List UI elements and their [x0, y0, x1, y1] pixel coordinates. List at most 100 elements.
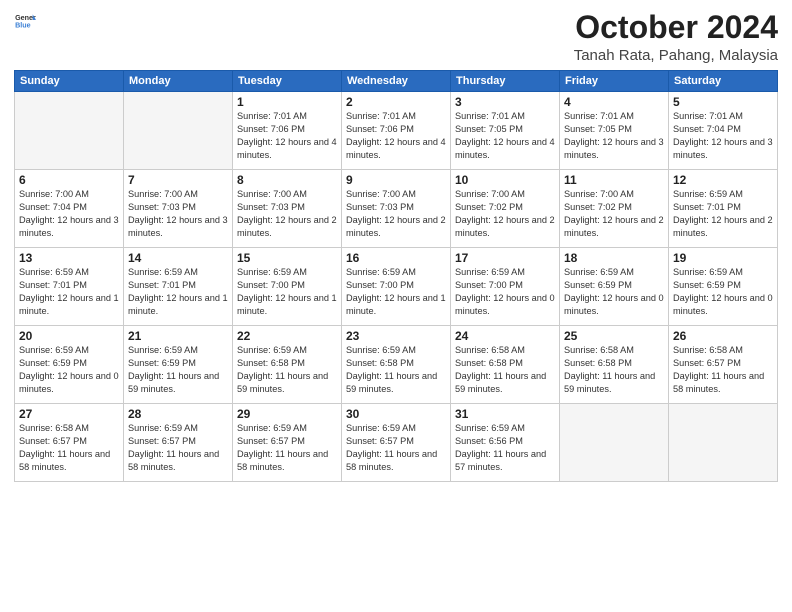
day-number: 24	[455, 329, 555, 343]
day-number: 1	[237, 95, 337, 109]
day-info: Sunrise: 6:59 AM Sunset: 6:59 PM Dayligh…	[673, 266, 773, 318]
week-row-1: 1Sunrise: 7:01 AM Sunset: 7:06 PM Daylig…	[15, 92, 778, 170]
day-info: Sunrise: 6:59 AM Sunset: 6:57 PM Dayligh…	[128, 422, 228, 474]
header: General Blue October 2024 Tanah Rata, Pa…	[14, 10, 778, 64]
week-row-3: 13Sunrise: 6:59 AM Sunset: 7:01 PM Dayli…	[15, 248, 778, 326]
col-sunday: Sunday	[15, 71, 124, 92]
calendar-header-row: Sunday Monday Tuesday Wednesday Thursday…	[15, 71, 778, 92]
day-number: 26	[673, 329, 773, 343]
day-number: 12	[673, 173, 773, 187]
day-info: Sunrise: 7:01 AM Sunset: 7:05 PM Dayligh…	[564, 110, 664, 162]
day-info: Sunrise: 6:59 AM Sunset: 6:56 PM Dayligh…	[455, 422, 555, 474]
day-number: 19	[673, 251, 773, 265]
calendar-cell: 4Sunrise: 7:01 AM Sunset: 7:05 PM Daylig…	[560, 92, 669, 170]
calendar-cell: 15Sunrise: 6:59 AM Sunset: 7:00 PM Dayli…	[233, 248, 342, 326]
day-info: Sunrise: 7:01 AM Sunset: 7:06 PM Dayligh…	[237, 110, 337, 162]
calendar-cell: 12Sunrise: 6:59 AM Sunset: 7:01 PM Dayli…	[669, 170, 778, 248]
calendar-cell: 3Sunrise: 7:01 AM Sunset: 7:05 PM Daylig…	[451, 92, 560, 170]
day-number: 31	[455, 407, 555, 421]
day-number: 10	[455, 173, 555, 187]
col-thursday: Thursday	[451, 71, 560, 92]
calendar-cell: 30Sunrise: 6:59 AM Sunset: 6:57 PM Dayli…	[342, 404, 451, 482]
calendar-cell: 29Sunrise: 6:59 AM Sunset: 6:57 PM Dayli…	[233, 404, 342, 482]
day-number: 27	[19, 407, 119, 421]
week-row-2: 6Sunrise: 7:00 AM Sunset: 7:04 PM Daylig…	[15, 170, 778, 248]
calendar-cell	[15, 92, 124, 170]
day-number: 6	[19, 173, 119, 187]
day-info: Sunrise: 6:59 AM Sunset: 7:01 PM Dayligh…	[19, 266, 119, 318]
day-info: Sunrise: 7:01 AM Sunset: 7:06 PM Dayligh…	[346, 110, 446, 162]
day-info: Sunrise: 6:59 AM Sunset: 7:01 PM Dayligh…	[128, 266, 228, 318]
calendar-cell: 9Sunrise: 7:00 AM Sunset: 7:03 PM Daylig…	[342, 170, 451, 248]
col-friday: Friday	[560, 71, 669, 92]
day-number: 20	[19, 329, 119, 343]
day-info: Sunrise: 7:01 AM Sunset: 7:04 PM Dayligh…	[673, 110, 773, 162]
col-saturday: Saturday	[669, 71, 778, 92]
month-title: October 2024	[574, 10, 778, 45]
col-monday: Monday	[124, 71, 233, 92]
day-number: 14	[128, 251, 228, 265]
calendar-cell	[124, 92, 233, 170]
calendar-cell: 25Sunrise: 6:58 AM Sunset: 6:58 PM Dayli…	[560, 326, 669, 404]
day-info: Sunrise: 6:58 AM Sunset: 6:58 PM Dayligh…	[455, 344, 555, 396]
day-info: Sunrise: 6:59 AM Sunset: 6:58 PM Dayligh…	[346, 344, 446, 396]
day-info: Sunrise: 6:58 AM Sunset: 6:57 PM Dayligh…	[19, 422, 119, 474]
day-number: 22	[237, 329, 337, 343]
day-number: 21	[128, 329, 228, 343]
day-number: 5	[673, 95, 773, 109]
day-info: Sunrise: 6:59 AM Sunset: 6:57 PM Dayligh…	[346, 422, 446, 474]
day-info: Sunrise: 7:00 AM Sunset: 7:04 PM Dayligh…	[19, 188, 119, 240]
calendar-cell: 13Sunrise: 6:59 AM Sunset: 7:01 PM Dayli…	[15, 248, 124, 326]
calendar-cell: 14Sunrise: 6:59 AM Sunset: 7:01 PM Dayli…	[124, 248, 233, 326]
day-info: Sunrise: 6:59 AM Sunset: 6:59 PM Dayligh…	[19, 344, 119, 396]
day-info: Sunrise: 6:59 AM Sunset: 6:58 PM Dayligh…	[237, 344, 337, 396]
day-number: 17	[455, 251, 555, 265]
week-row-4: 20Sunrise: 6:59 AM Sunset: 6:59 PM Dayli…	[15, 326, 778, 404]
day-number: 7	[128, 173, 228, 187]
logo: General Blue	[14, 10, 36, 32]
day-number: 30	[346, 407, 446, 421]
day-info: Sunrise: 7:00 AM Sunset: 7:02 PM Dayligh…	[564, 188, 664, 240]
day-number: 8	[237, 173, 337, 187]
day-info: Sunrise: 7:01 AM Sunset: 7:05 PM Dayligh…	[455, 110, 555, 162]
calendar-cell: 22Sunrise: 6:59 AM Sunset: 6:58 PM Dayli…	[233, 326, 342, 404]
calendar-cell	[560, 404, 669, 482]
week-row-5: 27Sunrise: 6:58 AM Sunset: 6:57 PM Dayli…	[15, 404, 778, 482]
day-number: 4	[564, 95, 664, 109]
day-number: 2	[346, 95, 446, 109]
day-info: Sunrise: 7:00 AM Sunset: 7:02 PM Dayligh…	[455, 188, 555, 240]
calendar-cell: 17Sunrise: 6:59 AM Sunset: 7:00 PM Dayli…	[451, 248, 560, 326]
calendar-cell: 10Sunrise: 7:00 AM Sunset: 7:02 PM Dayli…	[451, 170, 560, 248]
day-number: 16	[346, 251, 446, 265]
calendar-cell: 23Sunrise: 6:59 AM Sunset: 6:58 PM Dayli…	[342, 326, 451, 404]
calendar-cell: 7Sunrise: 7:00 AM Sunset: 7:03 PM Daylig…	[124, 170, 233, 248]
col-tuesday: Tuesday	[233, 71, 342, 92]
svg-text:Blue: Blue	[15, 22, 31, 30]
calendar-cell: 21Sunrise: 6:59 AM Sunset: 6:59 PM Dayli…	[124, 326, 233, 404]
page: General Blue October 2024 Tanah Rata, Pa…	[0, 0, 792, 612]
day-number: 3	[455, 95, 555, 109]
calendar-cell	[669, 404, 778, 482]
day-info: Sunrise: 6:59 AM Sunset: 6:57 PM Dayligh…	[237, 422, 337, 474]
calendar-cell: 31Sunrise: 6:59 AM Sunset: 6:56 PM Dayli…	[451, 404, 560, 482]
day-info: Sunrise: 6:59 AM Sunset: 7:01 PM Dayligh…	[673, 188, 773, 240]
calendar-cell: 1Sunrise: 7:01 AM Sunset: 7:06 PM Daylig…	[233, 92, 342, 170]
day-number: 15	[237, 251, 337, 265]
calendar-cell: 11Sunrise: 7:00 AM Sunset: 7:02 PM Dayli…	[560, 170, 669, 248]
calendar-cell: 20Sunrise: 6:59 AM Sunset: 6:59 PM Dayli…	[15, 326, 124, 404]
day-number: 25	[564, 329, 664, 343]
calendar-cell: 18Sunrise: 6:59 AM Sunset: 6:59 PM Dayli…	[560, 248, 669, 326]
day-info: Sunrise: 7:00 AM Sunset: 7:03 PM Dayligh…	[346, 188, 446, 240]
calendar-cell: 19Sunrise: 6:59 AM Sunset: 6:59 PM Dayli…	[669, 248, 778, 326]
day-info: Sunrise: 6:59 AM Sunset: 6:59 PM Dayligh…	[128, 344, 228, 396]
day-number: 28	[128, 407, 228, 421]
calendar-cell: 2Sunrise: 7:01 AM Sunset: 7:06 PM Daylig…	[342, 92, 451, 170]
day-info: Sunrise: 7:00 AM Sunset: 7:03 PM Dayligh…	[128, 188, 228, 240]
calendar-cell: 8Sunrise: 7:00 AM Sunset: 7:03 PM Daylig…	[233, 170, 342, 248]
calendar-cell: 6Sunrise: 7:00 AM Sunset: 7:04 PM Daylig…	[15, 170, 124, 248]
day-info: Sunrise: 6:59 AM Sunset: 7:00 PM Dayligh…	[346, 266, 446, 318]
day-info: Sunrise: 6:58 AM Sunset: 6:57 PM Dayligh…	[673, 344, 773, 396]
calendar-cell: 16Sunrise: 6:59 AM Sunset: 7:00 PM Dayli…	[342, 248, 451, 326]
calendar-cell: 27Sunrise: 6:58 AM Sunset: 6:57 PM Dayli…	[15, 404, 124, 482]
day-number: 23	[346, 329, 446, 343]
